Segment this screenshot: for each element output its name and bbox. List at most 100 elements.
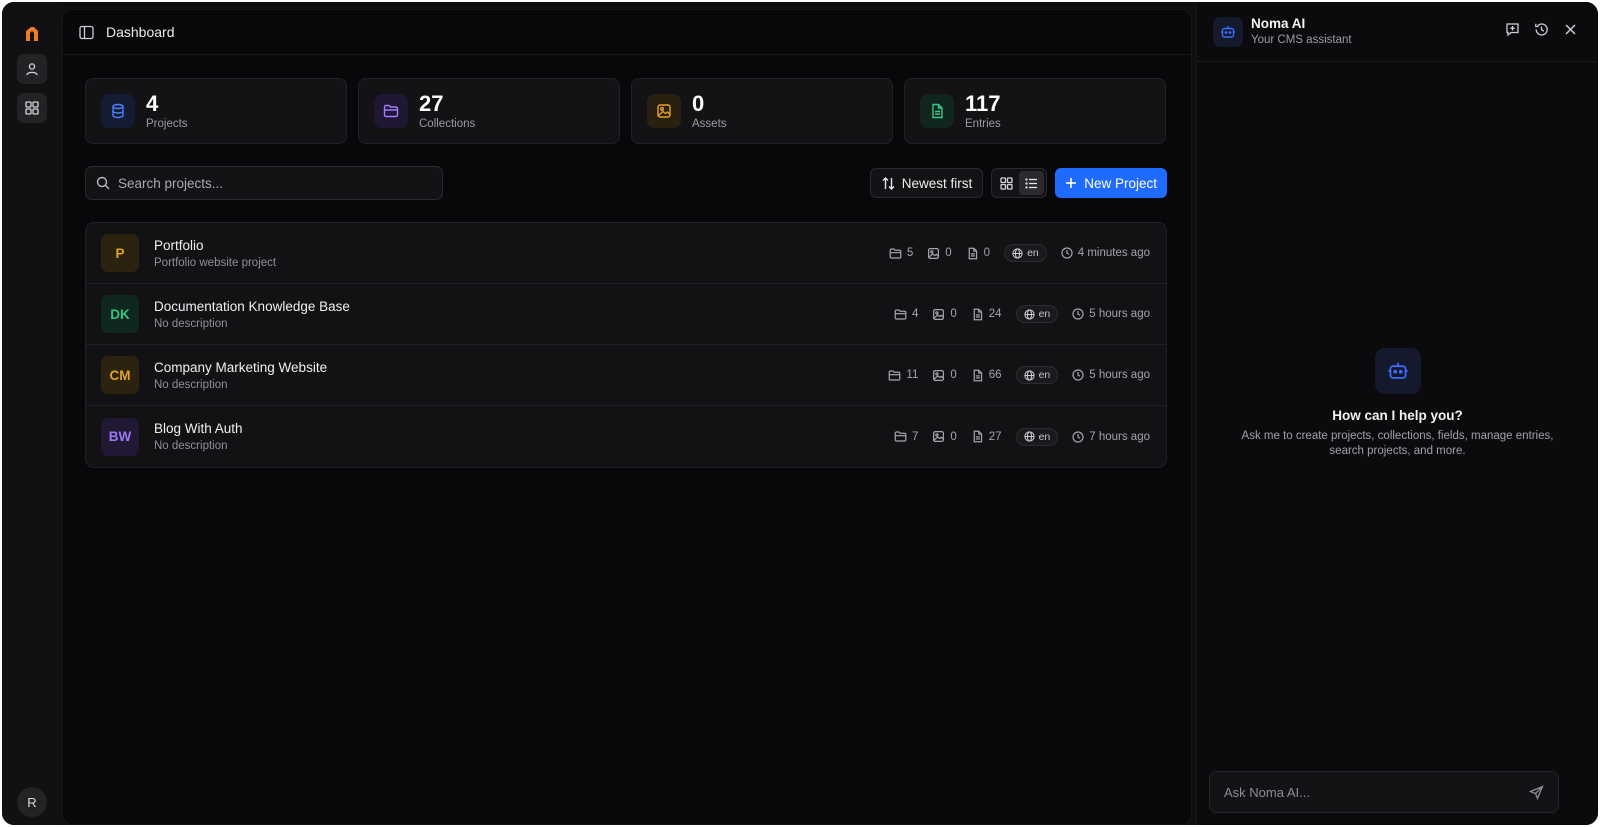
project-initials: DK bbox=[110, 306, 130, 322]
assets-value: 0 bbox=[950, 430, 957, 443]
stat-value: 27 bbox=[419, 91, 444, 116]
project-row[interactable]: DK Documentation Knowledge Base No descr… bbox=[86, 284, 1166, 345]
stat-label: Assets bbox=[692, 118, 727, 130]
folder-icon bbox=[889, 247, 902, 259]
grid-icon bbox=[1000, 176, 1013, 190]
search-input[interactable] bbox=[118, 175, 418, 191]
history-icon[interactable] bbox=[1534, 22, 1549, 37]
project-initials: BW bbox=[108, 429, 132, 444]
document-icon bbox=[968, 247, 977, 259]
new-project-button[interactable]: New Project bbox=[1055, 168, 1167, 198]
globe-icon bbox=[1023, 431, 1035, 442]
topbar: Dashboard bbox=[63, 10, 1191, 55]
ai-empty-state: How can I help you? Ask me to create pro… bbox=[1197, 348, 1598, 459]
app-window: R Dashboard 4 Projects 27 Collections 0 … bbox=[2, 2, 1598, 825]
language-badge: en bbox=[1015, 427, 1059, 446]
assets-count: 0 bbox=[932, 369, 957, 382]
avatar[interactable]: R bbox=[17, 787, 47, 817]
user-icon bbox=[26, 63, 38, 76]
updated-time: 4 minutes ago bbox=[1061, 247, 1150, 259]
project-initials: P bbox=[115, 245, 125, 261]
language-badge: en bbox=[1015, 305, 1059, 323]
ai-chat-input[interactable] bbox=[1224, 784, 1529, 800]
language-value: en bbox=[1027, 247, 1039, 259]
app-logo-icon[interactable] bbox=[17, 19, 47, 49]
assets-value: 0 bbox=[950, 369, 957, 381]
sort-button[interactable]: Newest first bbox=[869, 168, 984, 198]
entries-value: 0 bbox=[983, 247, 991, 259]
ai-input-box bbox=[1209, 771, 1559, 813]
project-initials: CM bbox=[109, 367, 131, 383]
clock-icon bbox=[1072, 430, 1084, 443]
send-icon[interactable] bbox=[1529, 784, 1544, 800]
entries-count: 24 bbox=[971, 308, 1002, 321]
entries-count: 66 bbox=[971, 369, 1002, 382]
collections-count: 7 bbox=[894, 430, 918, 443]
image-icon bbox=[928, 247, 940, 259]
bot-icon bbox=[1213, 17, 1243, 47]
project-meta: 4 0 24 en 5 hours ago bbox=[894, 284, 1150, 344]
project-name: Documentation Knowledge Base bbox=[154, 298, 350, 314]
close-icon[interactable] bbox=[1563, 22, 1578, 37]
stat-card-projects: 4 Projects bbox=[85, 78, 347, 144]
globe-icon bbox=[1012, 247, 1023, 259]
collections-value: 5 bbox=[906, 247, 914, 259]
grid-icon bbox=[25, 101, 39, 115]
updated-value: 5 hours ago bbox=[1089, 308, 1150, 320]
project-description: No description bbox=[154, 317, 228, 330]
ai-empty-title: How can I help you? bbox=[1332, 408, 1463, 423]
clock-icon bbox=[1072, 308, 1084, 320]
dashboard-nav-button[interactable] bbox=[17, 93, 47, 123]
project-list: P Portfolio Portfolio website project 5 … bbox=[85, 222, 1167, 468]
collections-value: 7 bbox=[911, 430, 919, 443]
stat-card-entries: 117 Entries bbox=[904, 78, 1166, 144]
collections-count: 5 bbox=[889, 247, 913, 260]
project-badge: DK bbox=[101, 295, 139, 333]
project-description: Portfolio website project bbox=[154, 256, 277, 269]
folder-icon bbox=[894, 431, 907, 442]
updated-value: 5 hours ago bbox=[1089, 369, 1150, 381]
stat-value: 4 bbox=[146, 91, 159, 116]
project-row[interactable]: BW Blog With Auth No description 7 0 27 … bbox=[86, 406, 1166, 467]
assets-value: 0 bbox=[945, 247, 952, 259]
main-panel: Dashboard 4 Projects 27 Collections 0 As… bbox=[62, 9, 1192, 825]
bot-icon bbox=[1374, 348, 1421, 394]
clock-icon bbox=[1072, 369, 1084, 381]
entries-value: 66 bbox=[988, 369, 1002, 381]
project-badge: BW bbox=[101, 417, 139, 456]
stat-label: Entries bbox=[965, 118, 1001, 130]
ai-subtitle: Your CMS assistant bbox=[1251, 34, 1352, 46]
list-view-button[interactable] bbox=[1019, 171, 1045, 195]
assets-count: 0 bbox=[932, 308, 957, 321]
folder-icon bbox=[894, 308, 907, 320]
sidebar-toggle-icon[interactable] bbox=[79, 25, 94, 40]
search-box bbox=[85, 166, 443, 200]
project-description: No description bbox=[154, 440, 228, 452]
language-value: en bbox=[1038, 430, 1051, 443]
collections-count: 11 bbox=[888, 369, 918, 382]
entries-value: 27 bbox=[988, 430, 1002, 443]
view-toggle bbox=[991, 168, 1048, 198]
collections-value: 11 bbox=[906, 369, 919, 381]
new-chat-icon[interactable] bbox=[1505, 22, 1520, 37]
updated-value: 4 minutes ago bbox=[1077, 247, 1150, 259]
collections-count: 4 bbox=[894, 308, 918, 321]
stat-label: Collections bbox=[419, 118, 476, 130]
page-title: Dashboard bbox=[106, 24, 175, 40]
stat-value: 0 bbox=[692, 91, 705, 116]
user-nav-button[interactable] bbox=[17, 54, 47, 84]
document-icon bbox=[973, 430, 982, 443]
stat-label: Projects bbox=[146, 118, 188, 130]
project-name: Portfolio bbox=[154, 237, 204, 253]
project-row[interactable]: P Portfolio Portfolio website project 5 … bbox=[86, 223, 1166, 284]
plus-icon bbox=[1066, 178, 1077, 188]
entries-count: 0 bbox=[966, 247, 990, 260]
entries-value: 24 bbox=[988, 308, 1002, 320]
entries-count: 27 bbox=[971, 430, 1002, 443]
list-icon bbox=[1025, 177, 1038, 189]
grid-view-button[interactable] bbox=[994, 171, 1019, 195]
list-toolbar: Newest first New Project bbox=[869, 168, 1167, 198]
project-row[interactable]: CM Company Marketing Website No descript… bbox=[86, 345, 1166, 406]
left-rail: R bbox=[2, 2, 62, 825]
image-icon bbox=[933, 369, 945, 381]
